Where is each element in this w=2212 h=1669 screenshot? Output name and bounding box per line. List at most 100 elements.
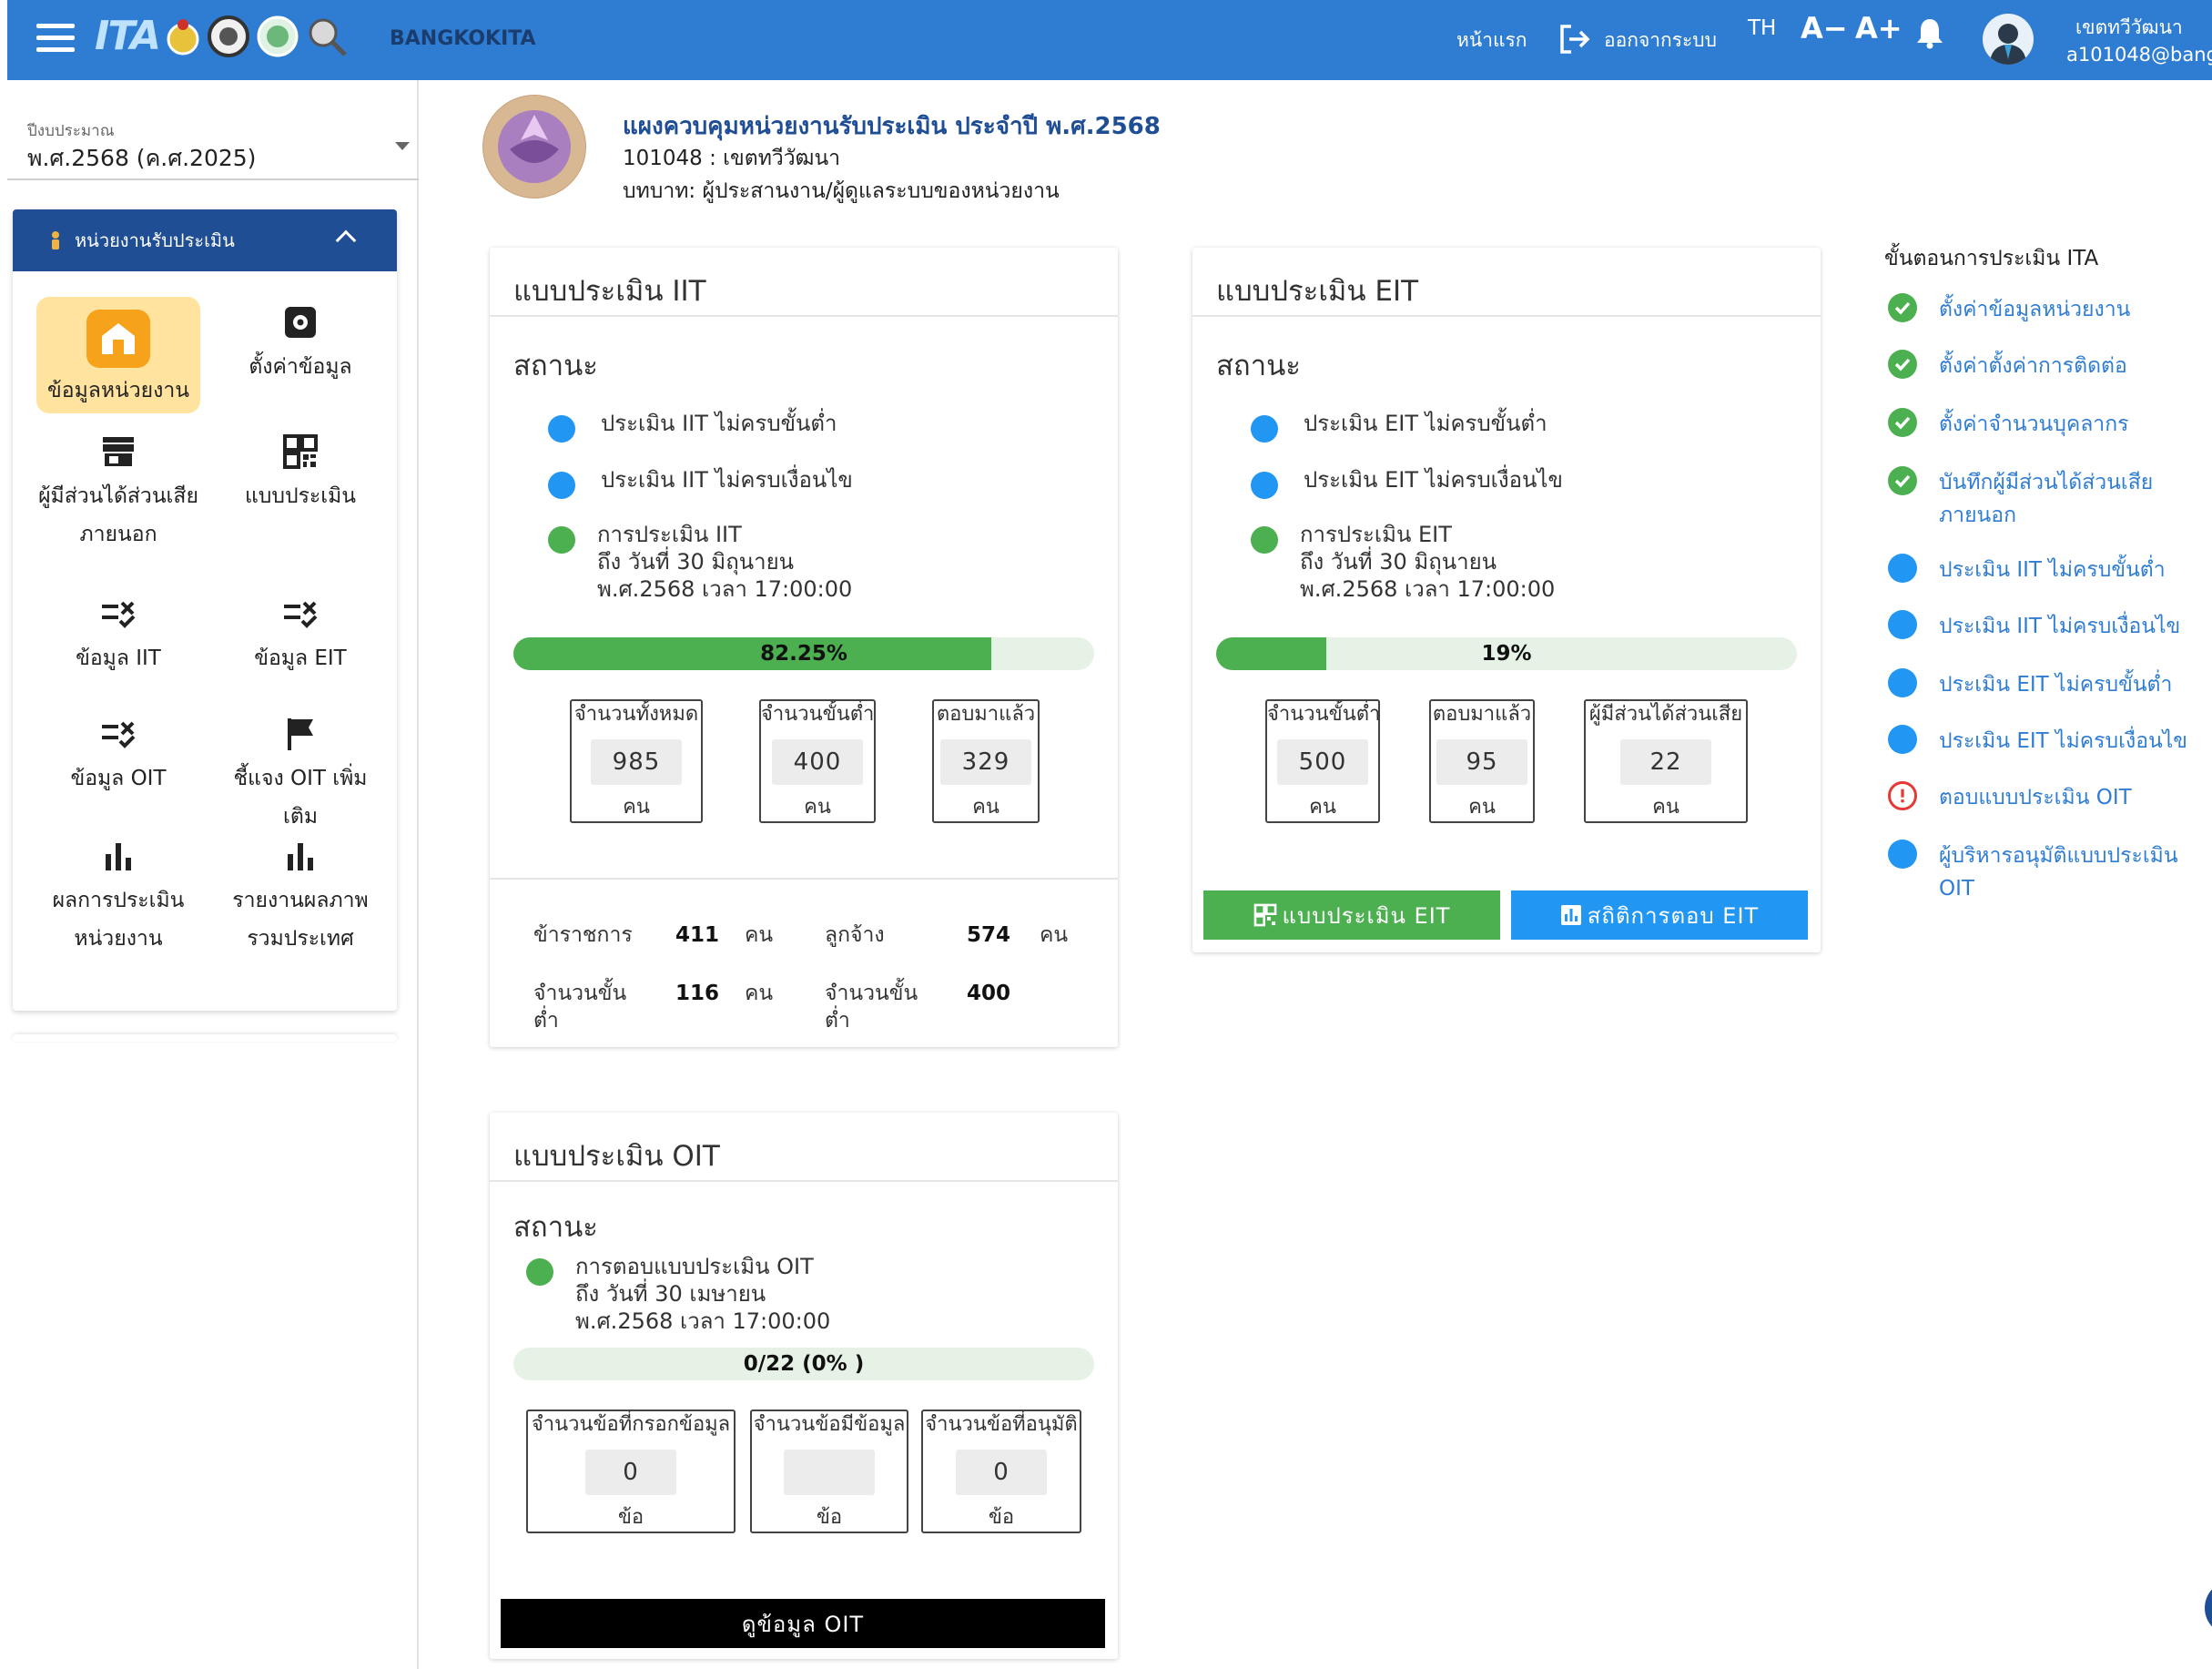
- eit-progress-bar: 19%: [1216, 637, 1797, 670]
- logo-group: ITA: [95, 13, 349, 59]
- stat-unit: คน: [1468, 796, 1496, 819]
- sidebar-item-label: ข้อมูลหน่วยงาน: [47, 379, 189, 402]
- sidebar-secondary-panel: [13, 1034, 397, 1042]
- eit-form-button[interactable]: แบบประเมิน EIT: [1203, 890, 1500, 940]
- step-label: ประเมิน IIT ไม่ครบขั้นต่ำ: [1939, 558, 2166, 582]
- stat-value: 329: [940, 739, 1031, 785]
- sidebar-item-label: ผลการประเมิน: [52, 889, 185, 912]
- status-text: ประเมิน IIT ไม่ครบขั้นต่ำ: [601, 411, 837, 436]
- status-dot-blue-icon: [548, 472, 575, 499]
- status-line: ถึง วันที่ 30 มิถุนายน: [597, 549, 795, 575]
- language-switch[interactable]: TH: [1748, 16, 1776, 40]
- hamburger-menu-icon[interactable]: [36, 24, 75, 56]
- step-label-line: ภายนอก: [1939, 504, 2017, 527]
- fiscal-year-select[interactable]: พ.ศ.2568 (ค.ศ.2025): [27, 140, 256, 177]
- sidebar: ปีงบประมาณ พ.ศ.2568 (ค.ศ.2025) หน่วยงานร…: [7, 80, 419, 1669]
- unit-menu-header[interactable]: หน่วยงานรับประเมิน: [13, 209, 397, 271]
- sidebar-item-settings[interactable]: ตั้งค่าข้อมูล: [218, 304, 382, 386]
- stat-value: 400: [772, 739, 863, 785]
- stat-unit: ข้อ: [816, 1506, 843, 1529]
- eit-stats-button[interactable]: สถิติการตอบ EIT: [1511, 890, 1808, 940]
- step-label: ผู้บริหารอนุมัติแบบประเมิน OIT: [1939, 840, 2212, 905]
- stat-value: [784, 1450, 875, 1495]
- status-text: ประเมิน EIT ไม่ครบเงื่อนไข: [1304, 467, 1563, 493]
- pending-dot-icon: [1888, 840, 1917, 869]
- step-label-line: OIT: [1939, 877, 1974, 901]
- card-title: แบบประเมิน EIT: [1216, 275, 1419, 308]
- stat-label: จำนวนข้อที่อนุมัติ: [925, 1413, 1078, 1436]
- sidebar-item-label: รายงานผลภาพ: [232, 889, 369, 912]
- sidebar-item-oit-data[interactable]: ข้อมูล OIT: [36, 716, 200, 798]
- stat-label: ตอบมาแล้ว: [936, 703, 1036, 726]
- dropdown-caret-icon[interactable]: [395, 142, 410, 150]
- fiscal-year-label: ปีงบประมาณ: [27, 122, 115, 140]
- label-line: ต่ำ: [533, 1009, 559, 1033]
- nav-logout-link[interactable]: ออกจากระบบ: [1604, 25, 1717, 56]
- checklist-icon: [102, 721, 136, 748]
- oit-card: แบบประเมิน OIT สถานะ การตอบแบบประเมิน OI…: [490, 1113, 1118, 1659]
- oit-progress-bar: 0/22 (0% ): [513, 1348, 1094, 1380]
- sidebar-item-national-report[interactable]: รายงานผลภาพ รวมประเทศ: [218, 838, 382, 958]
- unit-emblem: [482, 95, 586, 198]
- eit-card: แบบประเมิน EIT สถานะ ประเมิน EIT ไม่ครบข…: [1192, 248, 1821, 952]
- store-icon: [103, 437, 134, 466]
- gear-icon: [285, 307, 316, 338]
- check-circle-icon: [1888, 293, 1917, 322]
- status-line: พ.ศ.2568 เวลา 17:00:00: [1300, 576, 1556, 602]
- step-label: ประเมิน EIT ไม่ครบเงื่อนไข: [1939, 729, 2188, 753]
- stat-unit: คน: [972, 796, 999, 819]
- sidebar-item-forms[interactable]: แบบประเมิน: [218, 433, 382, 515]
- employee-value: 574: [967, 923, 1011, 947]
- step-label: ตั้งค่าตั้งค่าการติดต่อ: [1939, 354, 2127, 378]
- status-dot-green-icon: [1251, 526, 1278, 554]
- seal-logo: [208, 15, 250, 57]
- logout-icon[interactable]: [1558, 24, 1591, 55]
- status-deadline: การตอบแบบประเมิน OIT ถึง วันที่ 30 เมษาย…: [575, 1253, 830, 1335]
- step-label-line: ผู้บริหารอนุมัติแบบประเมิน: [1939, 844, 2178, 868]
- stat-filled: จำนวนข้อที่กรอกข้อมูล 0 ข้อ: [526, 1409, 736, 1533]
- seal-logo: [167, 18, 199, 55]
- iit-progress-bar: 82.25%: [513, 637, 1094, 670]
- unit-code-name: 101048 : เขตทวีวัฒนา: [623, 147, 841, 170]
- status-text: ประเมิน IIT ไม่ครบเงื่อนไข: [601, 467, 853, 493]
- sidebar-item-results[interactable]: ผลการประเมิน หน่วยงาน: [36, 838, 200, 958]
- stat-value: 0: [585, 1450, 676, 1495]
- chevron-up-icon[interactable]: [335, 229, 357, 251]
- status-deadline: การประเมิน EIT ถึง วันที่ 30 มิถุนายน พ.…: [1300, 521, 1555, 603]
- sidebar-item-unit-info[interactable]: ข้อมูลหน่วยงาน: [36, 297, 200, 413]
- avatar[interactable]: [1983, 14, 2034, 65]
- progress-text: 19%: [1481, 642, 1532, 666]
- floating-action-button[interactable]: [2205, 1581, 2212, 1635]
- bar-chart-icon: [288, 843, 313, 870]
- stat-label: จำนวนทั้งหมด: [573, 703, 699, 726]
- status-line: ถึง วันที่ 30 เมษายน: [575, 1281, 766, 1307]
- font-decrease-button[interactable]: A−: [1801, 11, 1848, 46]
- stat-value: 22: [1620, 739, 1711, 785]
- progress-text: 82.25%: [760, 642, 847, 666]
- sidebar-item-eit-data[interactable]: ข้อมูล EIT: [218, 595, 382, 677]
- sidebar-item-label: ชี้แจง OIT เพิ่มเติม: [233, 767, 368, 829]
- bar-chart-icon: [106, 843, 131, 870]
- card-title: แบบประเมิน IIT: [513, 275, 706, 308]
- pending-dot-icon: [1888, 725, 1917, 754]
- sidebar-item-label: ข้อมูล IIT: [76, 646, 161, 670]
- steps-title: ขั้นตอนการประเมิน ITA: [1884, 247, 2099, 270]
- view-oit-button[interactable]: ดูข้อมูล OIT: [501, 1599, 1105, 1648]
- stat-minimum: จำนวนขั้นต่ำ 400 คน: [759, 699, 876, 823]
- user-email: a101048@bangk: [2066, 44, 2212, 66]
- stat-value: 95: [1436, 739, 1527, 785]
- pending-dot-icon: [1888, 554, 1917, 583]
- top-app-bar: ITA BANGKOKITA หน้าแรก ออกจากระบบ TH A− …: [7, 0, 2212, 80]
- font-increase-button[interactable]: A+: [1855, 11, 1903, 46]
- unit-menu-panel: หน่วยงานรับประเมิน ข้อมูลหน่วยงาน ตั้งค่…: [13, 209, 397, 1011]
- pending-dot-icon: [1888, 610, 1917, 639]
- status-line: พ.ศ.2568 เวลา 17:00:00: [597, 576, 853, 602]
- status-heading: สถานะ: [1216, 350, 1301, 382]
- checklist-icon: [284, 601, 318, 628]
- sidebar-item-stakeholders[interactable]: ผู้มีส่วนได้ส่วนเสีย ภายนอก: [36, 433, 200, 554]
- nav-home-link[interactable]: หน้าแรก: [1456, 25, 1527, 56]
- qrcode-icon: [283, 434, 318, 469]
- sidebar-item-iit-data[interactable]: ข้อมูล IIT: [36, 595, 200, 677]
- bell-icon[interactable]: [1915, 16, 1944, 49]
- sidebar-item-oit-explain[interactable]: ชี้แจง OIT เพิ่มเติม: [218, 716, 382, 836]
